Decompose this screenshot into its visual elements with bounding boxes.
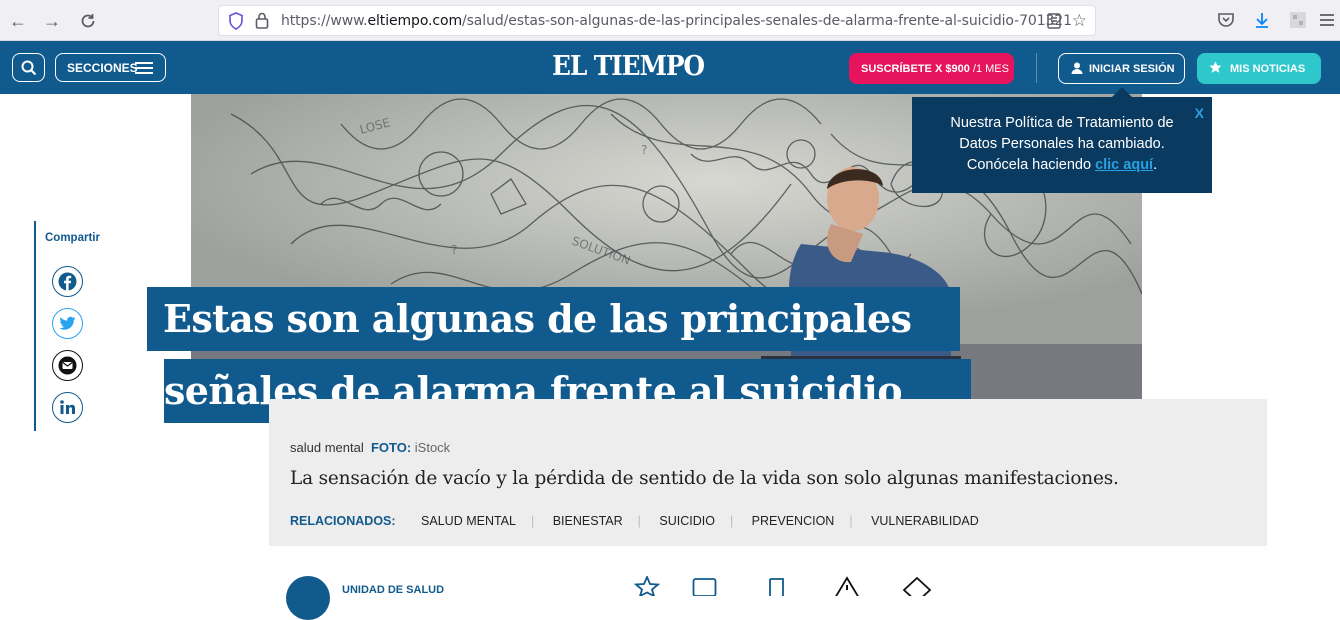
privacy-policy-popup: X Nuestra Política de Tratamiento de Dat… <box>912 97 1212 193</box>
login-label: INICIAR SESIÓN <box>1089 63 1175 75</box>
report-alert-icon[interactable] <box>834 576 860 596</box>
share-sidebar: Compartir <box>34 221 100 431</box>
share-linkedin-button[interactable] <box>52 392 83 423</box>
reader-view-icon[interactable] <box>1047 13 1061 29</box>
share-label: Compartir <box>45 232 100 244</box>
svg-text:?: ? <box>451 243 457 257</box>
share-twitter-button[interactable] <box>52 308 83 339</box>
related-tag-salud-mental[interactable]: SALUD MENTAL <box>421 514 516 528</box>
facebook-icon <box>58 272 77 291</box>
related-tag-suicidio[interactable]: SUICIDIO <box>659 514 715 528</box>
bookmark-icon[interactable] <box>766 576 788 596</box>
popup-line2: Datos Personales ha cambiado. <box>959 136 1165 152</box>
sections-menu-button[interactable]: SECCIONES <box>55 53 166 82</box>
linkedin-icon <box>60 400 75 414</box>
email-icon <box>58 356 77 375</box>
site-header: SECCIONES EL TIEMPO SUSCRÍBETE X $900 /1… <box>0 41 1340 94</box>
comment-icon[interactable] <box>692 576 718 596</box>
article-summary: La sensación de vacío y la pérdida de se… <box>290 468 1119 489</box>
related-tag-vulnerabilidad[interactable]: VULNERABILIDAD <box>871 514 979 528</box>
subscribe-button[interactable]: SUSCRÍBETE X $900 /1 MES <box>849 53 1014 84</box>
forward-icon[interactable]: → <box>40 9 64 33</box>
popup-close-button[interactable]: X <box>1195 103 1204 124</box>
svg-text:?: ? <box>641 143 647 157</box>
photo-source: iStock <box>414 440 451 455</box>
reload-icon[interactable] <box>76 9 100 33</box>
popup-line3: Conócela haciendo clic aquí. <box>966 157 1158 173</box>
site-logo[interactable]: EL TIEMPO <box>552 51 705 82</box>
photo-caption: salud mental <box>290 440 364 455</box>
pocket-icon[interactable] <box>1216 10 1236 30</box>
related-tag-prevencion[interactable]: PREVENCION <box>752 514 835 528</box>
address-bar[interactable]: https://www.eltiempo.com/salud/estas-son… <box>218 5 1096 36</box>
photo-credit: salud mental FOTO: iStock <box>290 440 450 455</box>
author-avatar[interactable] <box>286 576 330 620</box>
related-tag-bienestar[interactable]: BIENESTAR <box>553 514 623 528</box>
browser-toolbar: ← → https://www.eltiempo.com/salud/estas… <box>0 0 1340 41</box>
photo-label: FOTO: <box>370 440 412 455</box>
tracking-protection-icon[interactable] <box>228 12 244 30</box>
extension-icon[interactable] <box>1288 10 1308 30</box>
user-icon <box>1071 62 1083 74</box>
search-icon <box>21 60 37 76</box>
lock-icon[interactable] <box>255 12 269 29</box>
related-tags: RELACIONADOS: SALUD MENTAL | BIENESTAR | S… <box>290 514 979 528</box>
twitter-icon <box>59 316 76 330</box>
header-divider <box>1036 53 1037 83</box>
share-email-button[interactable] <box>52 350 83 381</box>
app-menu-icon[interactable] <box>1317 10 1337 30</box>
favorite-star-icon[interactable] <box>634 576 660 596</box>
headline-line-1: Estas son algunas de las principales <box>163 296 912 341</box>
popup-link[interactable]: clic aquí <box>1095 157 1153 173</box>
hamburger-icon <box>135 62 153 74</box>
share-facebook-button[interactable] <box>52 266 83 297</box>
url-text[interactable]: https://www.eltiempo.com/salud/estas-son… <box>281 13 1072 29</box>
popup-arrow <box>1112 87 1132 97</box>
my-news-button[interactable]: MIS NOTICIAS <box>1197 53 1321 84</box>
sections-label: SECCIONES <box>67 61 138 75</box>
login-button[interactable]: INICIAR SESIÓN <box>1058 53 1185 84</box>
bookmark-star-icon[interactable]: ☆ <box>1072 11 1087 31</box>
related-label: RELACIONADOS: <box>290 514 396 528</box>
article-summary-box: salud mental FOTO: iStock La sensación d… <box>269 399 1267 546</box>
popup-line1: Nuestra Política de Tratamiento de <box>950 115 1174 131</box>
star-icon <box>1209 61 1222 73</box>
diamond-icon[interactable] <box>902 576 932 596</box>
downloads-icon[interactable] <box>1252 10 1272 30</box>
search-button[interactable] <box>12 53 45 82</box>
author-name[interactable]: UNIDAD DE SALUD <box>342 584 444 596</box>
my-news-label: MIS NOTICIAS <box>1230 63 1306 75</box>
back-icon[interactable]: ← <box>6 9 30 33</box>
